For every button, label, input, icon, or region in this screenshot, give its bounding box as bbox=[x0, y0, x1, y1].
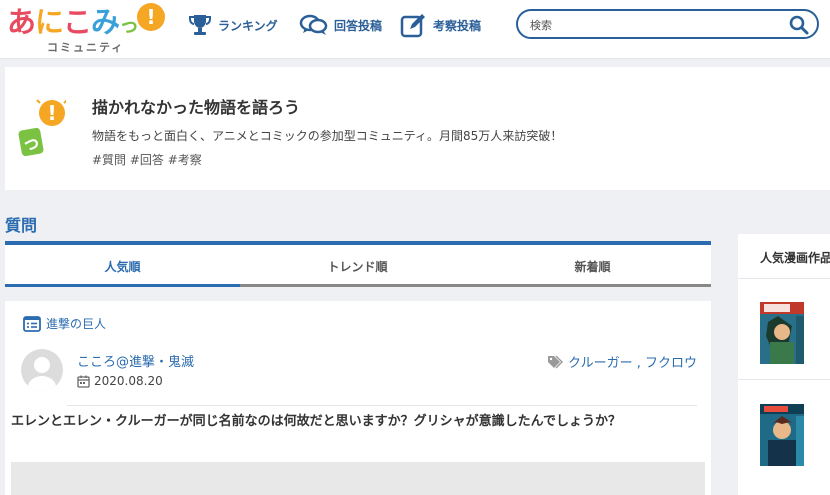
site-logo[interactable]: あにこみっ ! コミュニティ bbox=[7, 3, 165, 55]
tab-underline bbox=[240, 284, 711, 287]
nav-ranking-label: ランキング bbox=[218, 18, 278, 33]
user-name-link[interactable]: こころ@進撃・鬼滅 bbox=[77, 351, 194, 370]
community-logo-icon: ! っ bbox=[18, 97, 70, 159]
category-label: 進撃の巨人 bbox=[46, 317, 107, 331]
search-input[interactable] bbox=[528, 16, 782, 34]
post-date: 2020.08.20 bbox=[77, 374, 163, 388]
manga-cover-1[interactable] bbox=[760, 302, 804, 364]
logo-exclamation-icon: ! bbox=[137, 3, 165, 31]
hero-description: 物語をもっと面白く、アニメとコミックの参加型コミュニティ。月間85万人来訪突破！ bbox=[92, 129, 563, 143]
search-icon[interactable] bbox=[789, 15, 809, 35]
tags-icon bbox=[547, 355, 563, 368]
nav-theory-post[interactable]: 考察投稿 bbox=[400, 13, 482, 38]
manga-cover-2[interactable] bbox=[760, 404, 804, 466]
logo-char: っ bbox=[119, 13, 139, 37]
tab-popular[interactable]: 人気順 bbox=[5, 245, 240, 287]
edit-pencil-icon bbox=[400, 14, 425, 38]
nav-theory-post-label: 考察投稿 bbox=[433, 18, 482, 33]
nav-answer-post-label: 回答投稿 bbox=[334, 18, 383, 33]
logo-char: み bbox=[91, 5, 120, 39]
speech-bubbles-icon bbox=[299, 14, 328, 35]
list-icon bbox=[23, 315, 41, 332]
avatar[interactable] bbox=[21, 349, 63, 391]
logo-subtitle: コミュニティ bbox=[47, 41, 125, 54]
logo-char: あ bbox=[7, 5, 36, 39]
sort-tabs: 人気順 トレンド順 新着順 bbox=[5, 241, 711, 287]
svg-text:っ: っ bbox=[21, 132, 42, 156]
section-title: 質問 bbox=[5, 216, 38, 235]
post-date-text: 2020.08.20 bbox=[94, 374, 163, 388]
question-image bbox=[11, 462, 705, 495]
hero-banner: ! っ 描かれなかった物語を語ろう 物語をもっと面白く、アニメとコミックの参加型… bbox=[5, 67, 830, 190]
sidebar-title: 人気漫画作品 bbox=[760, 251, 830, 265]
hero-tags: #質問 #回答 #考察 bbox=[92, 153, 202, 167]
nav-answer-post[interactable]: 回答投稿 bbox=[299, 13, 382, 37]
category-link[interactable]: 進撃の巨人 bbox=[23, 315, 106, 332]
trophy-icon bbox=[189, 15, 211, 35]
hero-title: 描かれなかった物語を語ろう bbox=[92, 98, 301, 117]
site-header: あにこみっ ! コミュニティ ランキング 回答投稿 考察投稿 bbox=[0, 0, 830, 59]
logo-char: に bbox=[35, 5, 64, 39]
svg-text:!: ! bbox=[47, 101, 56, 125]
search-box bbox=[516, 9, 819, 39]
logo-char: こ bbox=[63, 5, 92, 39]
sidebar-divider bbox=[738, 278, 830, 279]
sidebar-divider bbox=[738, 379, 830, 380]
tab-trending[interactable]: トレンド順 bbox=[240, 245, 475, 287]
post-tags-label[interactable]: クルーガー , フクロウ bbox=[568, 352, 697, 371]
tab-active-indicator bbox=[5, 284, 240, 287]
question-card[interactable]: 進撃の巨人 こころ@進撃・鬼滅 2020.08.20 クルーガー , フクロウ … bbox=[5, 301, 711, 495]
question-text[interactable]: エレンとエレン・クルーガーが同じ名前なのは何故だと思いますか？グリシャが意識した… bbox=[11, 412, 701, 432]
post-tags[interactable]: クルーガー , フクロウ bbox=[547, 352, 697, 371]
logo-wordmark: あにこみっ bbox=[7, 5, 139, 42]
nav-ranking[interactable]: ランキング bbox=[187, 13, 278, 37]
sidebar-popular-manga: 人気漫画作品 bbox=[738, 234, 830, 495]
calendar-icon bbox=[77, 375, 90, 388]
card-divider bbox=[67, 405, 697, 406]
user-silhouette-icon bbox=[28, 357, 56, 391]
tab-newest[interactable]: 新着順 bbox=[475, 245, 710, 287]
